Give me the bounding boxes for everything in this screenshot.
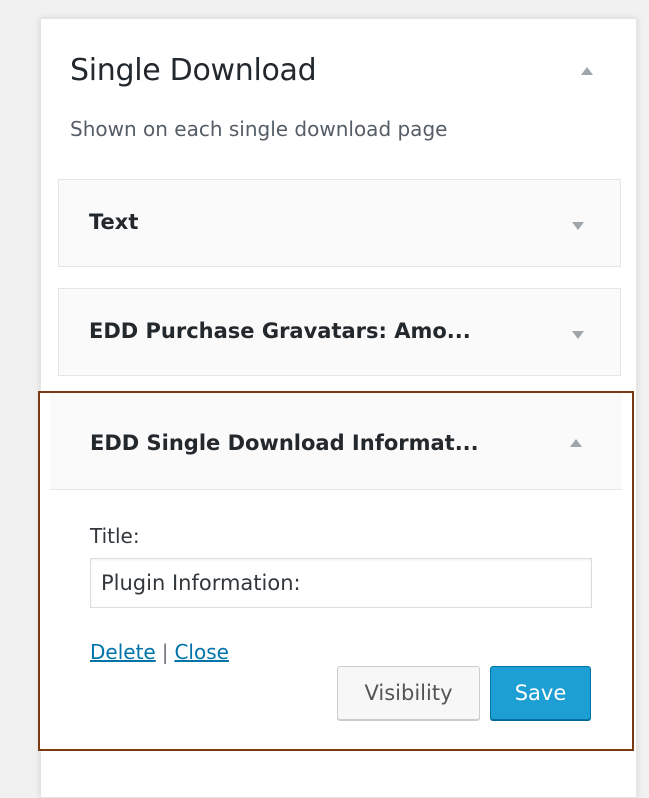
widget-edd-purchase-gravatars[interactable]: EDD Purchase Gravatars: Amo... <box>58 288 621 376</box>
widget-header[interactable]: Text <box>59 180 620 266</box>
sidebar-title[interactable]: Single Download <box>70 53 317 88</box>
delete-link[interactable]: Delete <box>90 640 156 664</box>
widget-title[interactable]: EDD Purchase Gravatars: Amo... <box>89 319 471 343</box>
widget-settings-form: Title: Delete|Close Visibility Save <box>50 490 622 742</box>
sidebar-description: Shown on each single download page <box>70 117 448 141</box>
expand-arrow-down-icon[interactable] <box>572 331 584 339</box>
widget-title[interactable]: EDD Single Download Informat... <box>90 431 479 455</box>
widget-header[interactable]: EDD Purchase Gravatars: Amo... <box>59 289 620 375</box>
widget-title[interactable]: Text <box>89 210 138 234</box>
close-link[interactable]: Close <box>174 640 228 664</box>
widget-action-links: Delete | Close <box>90 640 229 664</box>
save-button[interactable]: Save <box>490 666 591 720</box>
widget-header[interactable]: EDD Single Download Informat... <box>50 393 622 490</box>
sidebar-collapse-arrow-up-icon[interactable] <box>581 67 593 75</box>
widget-edd-single-download-information: EDD Single Download Informat... Title: D… <box>38 391 634 751</box>
widget-text[interactable]: Text <box>58 179 621 267</box>
title-input[interactable] <box>90 558 592 608</box>
collapse-arrow-up-icon[interactable] <box>570 439 582 447</box>
expand-arrow-down-icon[interactable] <box>572 222 584 230</box>
link-separator: | <box>161 640 169 664</box>
visibility-button[interactable]: Visibility <box>337 666 480 720</box>
title-field-label: Title: <box>90 524 140 548</box>
